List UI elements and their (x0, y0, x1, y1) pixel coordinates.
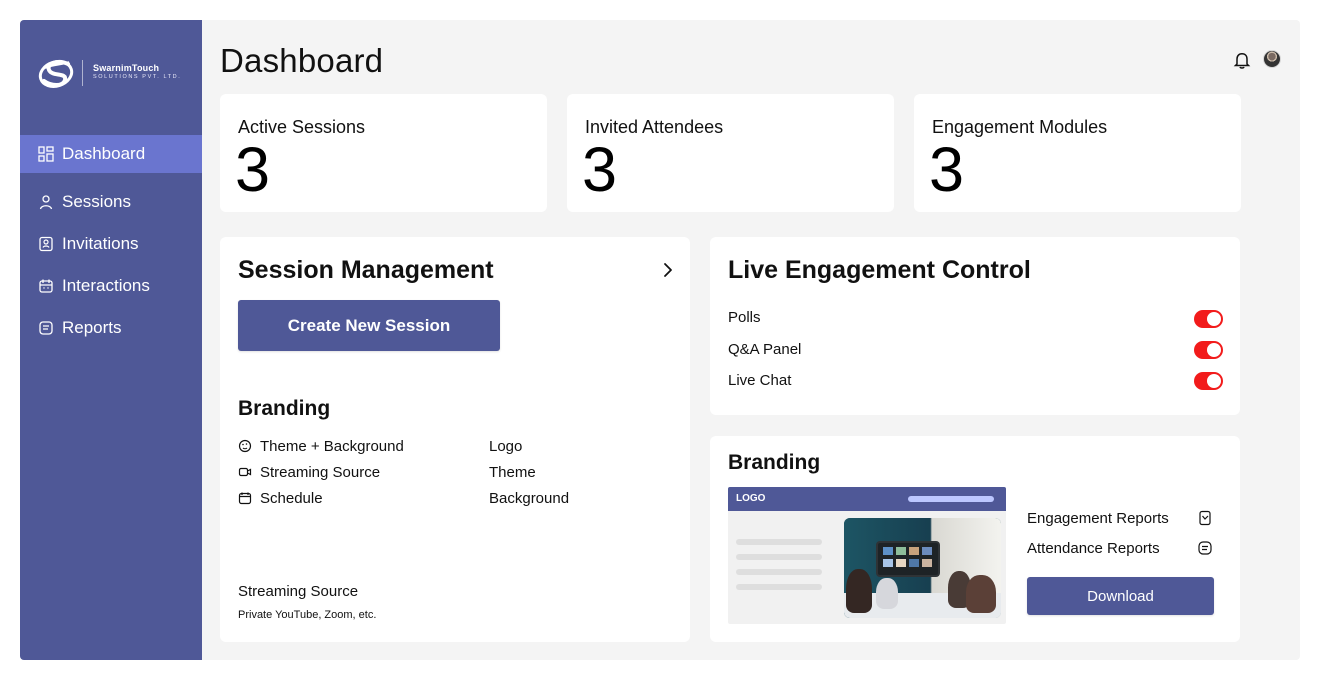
qa-panel-label: Q&A Panel (728, 341, 802, 358)
branding-item-label: Streaming Source (260, 464, 381, 481)
preview-logo-text: LOGO (736, 493, 766, 504)
branding-preview-title: Branding (728, 451, 821, 474)
calendar-icon (238, 491, 252, 505)
preview-line (736, 569, 822, 575)
avatar[interactable] (1263, 50, 1281, 68)
sidebar-item-sessions[interactable]: Sessions (20, 183, 202, 221)
invited-attendees-card: Invited Attendees 3 (567, 94, 894, 212)
live-engagement-card: Live Engagement Control Polls Q&A Panel … (710, 237, 1240, 415)
calendar-icon (38, 278, 54, 294)
branding-value-theme: Theme (489, 464, 536, 481)
document-icon[interactable] (1197, 540, 1213, 556)
create-new-session-button[interactable]: Create New Session (238, 300, 500, 351)
stat-value: 3 (235, 135, 271, 205)
branding-value-background: Background (489, 490, 570, 507)
polls-toggle[interactable] (1194, 310, 1223, 328)
dashboard-icon (38, 146, 54, 162)
brand-subtitle: SOLUTIONS PVT. LTD. (93, 74, 182, 80)
preview-line (736, 539, 822, 545)
page-title: Dashboard (220, 42, 384, 79)
dashboard-app: SwarnimTouch SOLUTIONS PVT. LTD. Dashboa… (20, 20, 1300, 660)
branding-value-logo: Logo (489, 438, 523, 455)
conference-room-image (844, 518, 1001, 618)
chevron-right-icon[interactable] (662, 262, 674, 278)
branding-item-theme-background[interactable]: Theme + Background (238, 438, 404, 455)
streaming-source-title: Streaming Source (238, 583, 359, 600)
session-management-title: Session Management (238, 256, 494, 284)
stat-value: 3 (929, 135, 965, 205)
live-chat-label: Live Chat (728, 372, 792, 389)
session-management-card: Session Management Create New Session Br… (220, 237, 690, 642)
sidebar-item-label: Reports (62, 318, 122, 337)
stat-value: 3 (582, 135, 618, 205)
branding-item-label: Schedule (260, 490, 323, 507)
engagement-modules-card: Engagement Modules 3 (914, 94, 1241, 212)
preview-line (736, 584, 822, 590)
bell-icon[interactable] (1232, 50, 1252, 70)
video-icon (238, 465, 252, 479)
branding-preview-mockup: LOGO (728, 487, 1006, 624)
logo-divider (82, 60, 83, 86)
preview-header: LOGO (728, 487, 1006, 511)
sidebar-item-label: Sessions (62, 192, 131, 211)
active-sessions-card: Active Sessions 3 (220, 94, 547, 212)
qa-panel-toggle[interactable] (1194, 341, 1223, 359)
branding-item-label: Theme + Background (260, 438, 404, 455)
branding-item-streaming-source[interactable]: Streaming Source (238, 464, 380, 481)
streaming-source-note: Private YouTube, Zoom, etc. (238, 609, 377, 621)
sidebar-item-reports[interactable]: Reports (20, 309, 202, 347)
sidebar: SwarnimTouch SOLUTIONS PVT. LTD. Dashboa… (20, 20, 202, 660)
sidebar-item-label: Invitations (62, 234, 139, 253)
engagement-reports-label[interactable]: Engagement Reports (1027, 510, 1169, 527)
preview-header-pill (908, 496, 994, 502)
polls-label: Polls (728, 309, 761, 326)
sidebar-item-interactions[interactable]: Interactions (20, 267, 202, 305)
sidebar-item-invitations[interactable]: Invitations (20, 225, 202, 263)
branding-item-schedule[interactable]: Schedule (238, 490, 323, 507)
sidebar-item-dashboard[interactable]: Dashboard (20, 135, 202, 173)
branding-title: Branding (238, 397, 331, 420)
preview-line (736, 554, 822, 560)
live-engagement-title: Live Engagement Control (728, 256, 1031, 284)
bookmark-icon[interactable] (1197, 510, 1213, 526)
sidebar-item-label: Dashboard (62, 144, 146, 163)
swarnimtouch-logo-icon (38, 59, 74, 88)
document-icon (38, 320, 54, 336)
live-chat-toggle[interactable] (1194, 372, 1223, 390)
palette-icon (238, 439, 252, 453)
sidebar-item-label: Interactions (62, 276, 150, 295)
id-card-icon (38, 236, 54, 252)
user-icon (38, 194, 54, 210)
brand-name: SwarnimTouch (93, 63, 160, 73)
attendance-reports-label[interactable]: Attendance Reports (1027, 540, 1160, 557)
branding-preview-card: Branding LOGO Engagement Reports Attenda… (710, 436, 1240, 642)
download-button[interactable]: Download (1027, 577, 1214, 615)
